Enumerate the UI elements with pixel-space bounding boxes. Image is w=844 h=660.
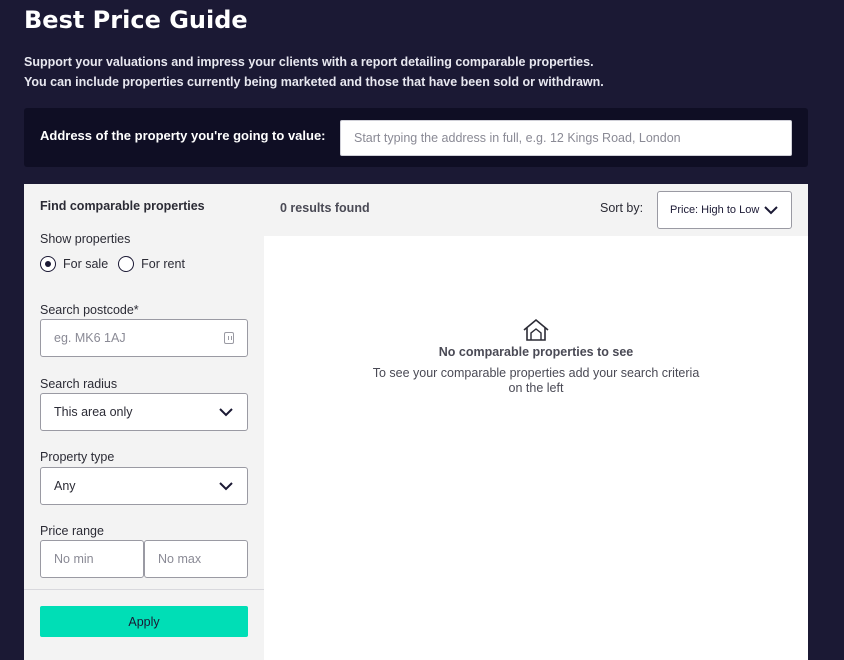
radius-select[interactable]: This area only xyxy=(40,393,248,431)
price-range: No min No max xyxy=(40,540,248,578)
for-sale-label[interactable]: For sale xyxy=(63,257,108,271)
divider xyxy=(24,589,264,590)
filters-sidebar: Find comparable properties Show properti… xyxy=(24,184,264,660)
empty-state-text: To see your comparable properties add yo… xyxy=(372,366,700,395)
results-count: 0 results found xyxy=(280,201,370,215)
results-body: No comparable properties to see To see y… xyxy=(264,236,808,660)
intro-text: Support your valuations and impress your… xyxy=(24,52,604,92)
radius-value: This area only xyxy=(54,405,133,419)
chevron-down-icon xyxy=(764,206,778,215)
postcode-label: Search postcode* xyxy=(40,303,139,317)
intro-line-2: You can include properties currently bei… xyxy=(24,75,604,89)
property-type-select[interactable]: Any xyxy=(40,467,248,505)
empty-state-title: No comparable properties to see xyxy=(438,345,634,359)
postcode-placeholder: eg. MK6 1AJ xyxy=(54,331,126,345)
search-panel: Find comparable properties Show properti… xyxy=(24,184,808,660)
listing-type-radios: For sale For rent xyxy=(40,256,195,272)
chevron-down-icon xyxy=(219,408,233,417)
address-label: Address of the property you're going to … xyxy=(40,128,326,143)
show-properties-label: Show properties xyxy=(40,232,131,246)
min-price-input[interactable]: No min xyxy=(40,540,144,578)
max-price-input[interactable]: No max xyxy=(144,540,248,578)
radius-label: Search radius xyxy=(40,377,118,391)
house-icon xyxy=(523,318,549,341)
sort-label: Sort by: xyxy=(600,201,644,215)
sort-value: Price: High to Low xyxy=(670,204,760,216)
min-placeholder: No min xyxy=(54,552,94,566)
price-range-label: Price range xyxy=(40,524,104,538)
intro-line-1: Support your valuations and impress your… xyxy=(24,55,594,69)
chevron-down-icon xyxy=(219,482,233,491)
postcode-input[interactable]: eg. MK6 1AJ xyxy=(40,319,248,357)
apply-button[interactable]: Apply xyxy=(40,606,248,637)
max-placeholder: No max xyxy=(158,552,202,566)
for-rent-label[interactable]: For rent xyxy=(141,257,185,271)
sort-select[interactable]: Price: High to Low xyxy=(657,191,792,229)
for-rent-radio[interactable] xyxy=(118,256,135,272)
address-bar: Address of the property you're going to … xyxy=(24,108,808,167)
type-value: Any xyxy=(54,479,76,493)
page-title: Best Price Guide xyxy=(24,6,248,34)
address-input[interactable] xyxy=(340,120,792,156)
type-label: Property type xyxy=(40,450,115,464)
keyboard-icon xyxy=(224,332,234,344)
results-header: 0 results found Sort by: Price: High to … xyxy=(264,184,808,236)
filters-title: Find comparable properties xyxy=(40,199,205,213)
for-sale-radio[interactable] xyxy=(40,256,56,272)
